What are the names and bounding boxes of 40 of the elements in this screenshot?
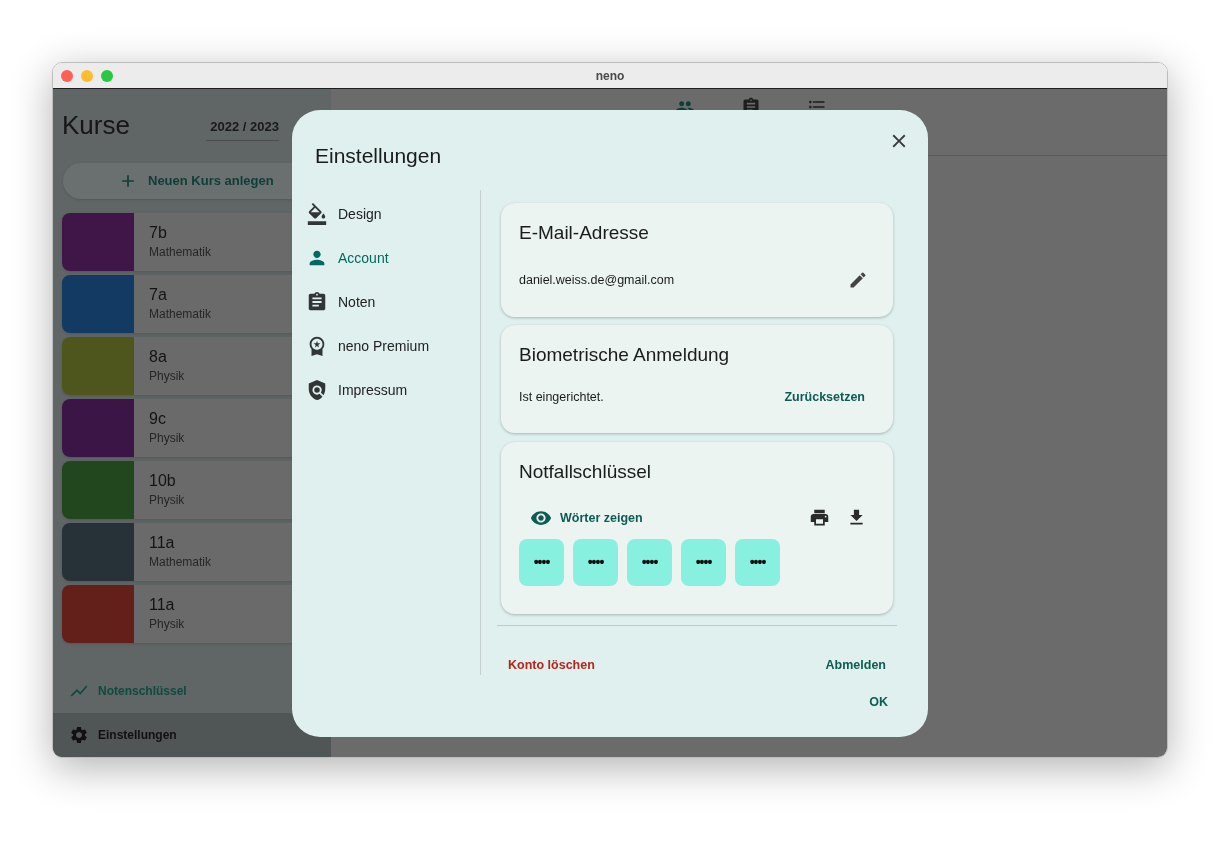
course-subject: Mathematik [149,554,212,571]
course-name: 9c [149,409,167,429]
course-subject: Mathematik [149,244,212,261]
course-name: 11a [149,595,176,615]
card-title: Biometrische Anmeldung [519,342,731,367]
ok-button[interactable]: OK [869,693,888,712]
course-subject: Physik [149,368,185,385]
key-word: •••• [573,538,618,586]
sidebar-title: Kurse [62,109,130,141]
reset-button[interactable]: Zurücksetzen [784,387,865,407]
key-word: •••• [735,538,780,586]
course-subject: Physik [149,616,185,633]
course-subject: Mathematik [149,306,212,323]
email-address: daniel.weiss.de@gmail.com [519,271,675,289]
shield-search-icon [306,379,328,401]
logout-button[interactable]: Abmelden [825,656,886,675]
course-name: 10b [149,471,177,491]
window-title: neno [595,67,625,85]
delete-account-button[interactable]: Konto löschen [508,656,595,675]
clipboard-icon [306,291,328,313]
key-word: •••• [681,538,726,586]
school-year-select[interactable]: 2022 / 2023 [206,116,279,141]
course-name: 7a [149,285,168,305]
card-title: Notfallschlüssel [519,459,652,484]
course-name: 7b [149,223,168,243]
course-subject: Physik [149,430,185,447]
course-subject: Physik [149,492,185,509]
course-name: 8a [149,347,168,367]
paint-bucket-icon [306,203,328,225]
sidebar-nav-item[interactable]: Notenschlüssel [53,669,331,713]
card-title: E-Mail-Adresse [519,221,650,245]
course-name: 11a [149,533,176,553]
key-word: •••• [519,538,564,586]
close-window-button[interactable] [61,70,73,82]
biometric-status: Ist eingerichtet. [519,388,604,406]
pencil-icon [848,270,868,290]
settings-icon [69,725,89,745]
key-word: •••• [627,538,672,586]
show-words-button[interactable]: Wörter zeigen [519,506,643,529]
sidebar-nav-item[interactable]: Einstellungen [53,713,331,757]
